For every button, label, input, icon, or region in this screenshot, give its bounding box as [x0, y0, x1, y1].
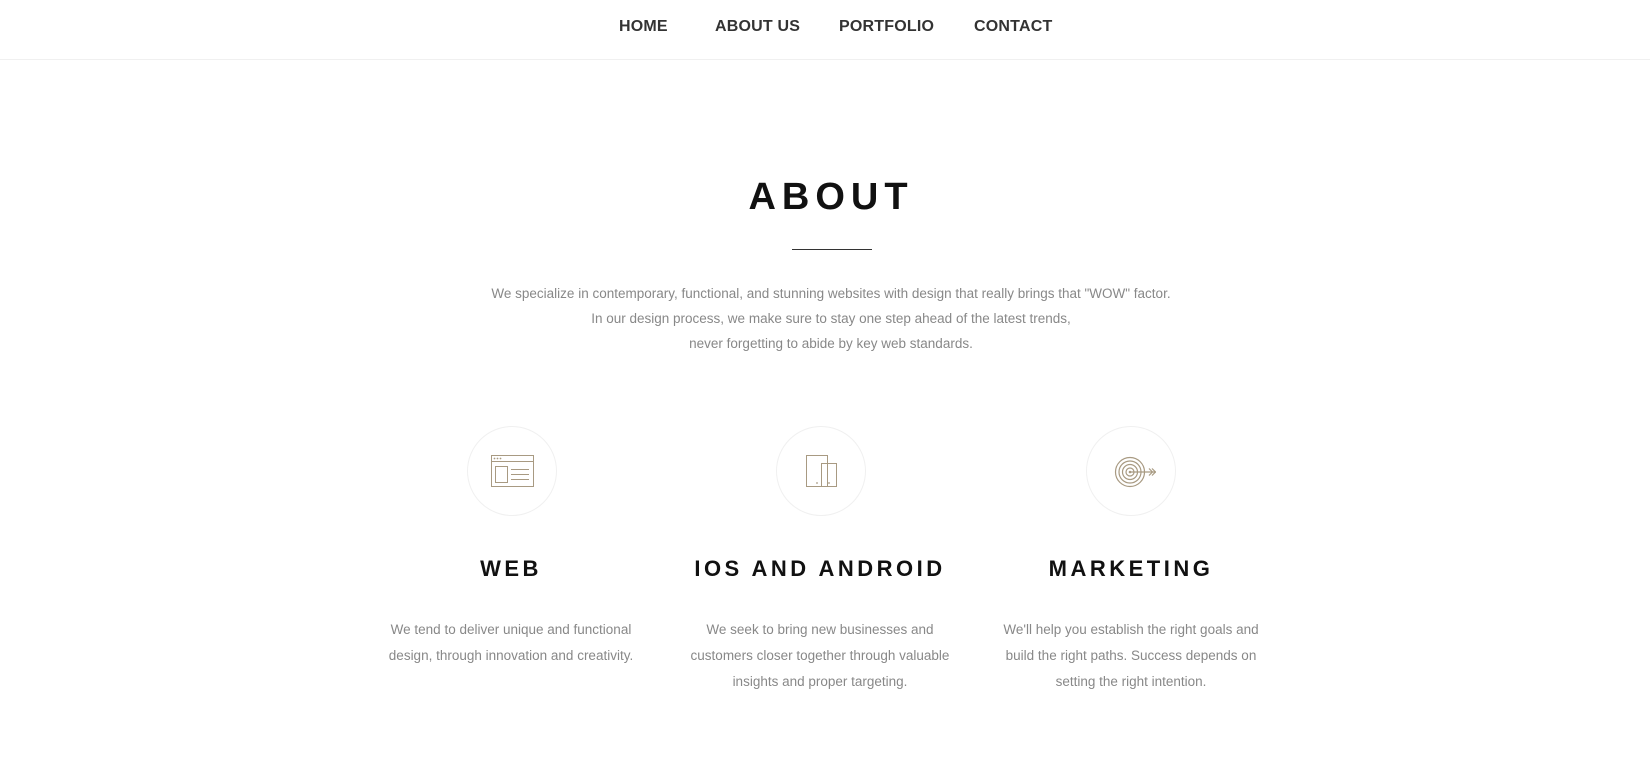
nav-item-portfolio[interactable]: PORTFOLIO [839, 18, 934, 36]
nav-item-about-us[interactable]: ABOUT US [715, 18, 800, 36]
intro-text-line: never forgetting to abide by key web sta… [689, 336, 973, 351]
service-description-line: setting the right intention. [1055, 674, 1207, 689]
service-description-line: customers closer together through valuab… [690, 648, 950, 663]
service-description-line: We'll help you establish the right goals… [1003, 622, 1259, 637]
nav-item-contact[interactable]: CONTACT [974, 18, 1052, 36]
nav-item-home[interactable]: HOME [619, 18, 668, 36]
browser-window-icon [467, 426, 557, 516]
service-title: MARKETING [1048, 556, 1214, 581]
service-description-line: design, through innovation and creativit… [388, 648, 634, 663]
intro-text-line: We specialize in contemporary, functiona… [491, 286, 1171, 301]
top-navigation: HOME ABOUT US PORTFOLIO CONTACT [0, 0, 1650, 60]
service-description-line: We tend to deliver unique and functional [390, 622, 632, 637]
mobile-devices-icon [776, 426, 866, 516]
target-arrow-icon [1086, 426, 1176, 516]
service-title: WEB [480, 556, 542, 581]
service-title: IOS AND ANDROID [694, 556, 946, 581]
intro-text-line: In our design process, we make sure to s… [591, 311, 1071, 326]
section-title: ABOUT [748, 176, 914, 218]
service-description-line: insights and proper targeting. [732, 674, 908, 689]
service-description-line: build the right paths. Success depends o… [1005, 648, 1257, 663]
title-divider [792, 249, 872, 250]
service-description-line: We seek to bring new businesses and [706, 622, 934, 637]
